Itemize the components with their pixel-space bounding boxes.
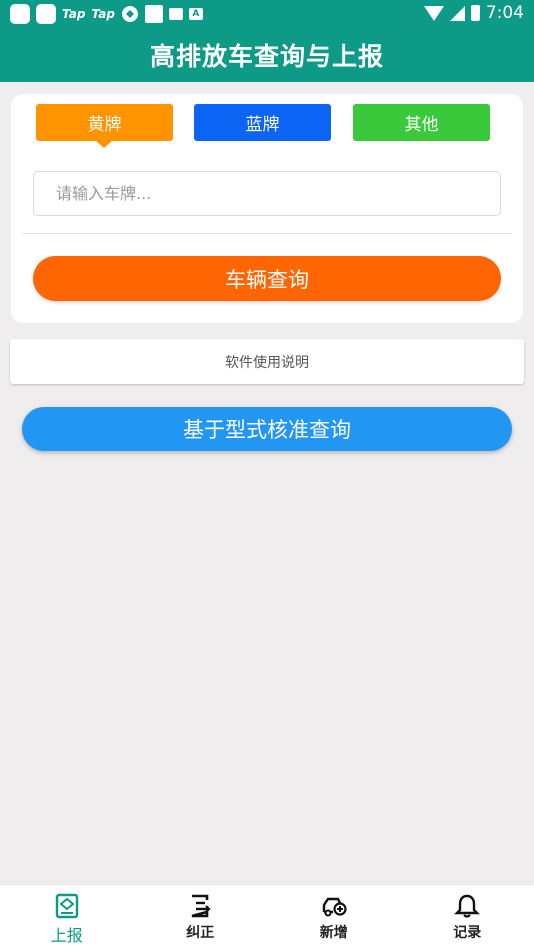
message-icon [168,8,183,20]
app-notification-icon [144,5,163,23]
app-notification-icon [10,4,30,24]
correct-icon [191,894,211,918]
system-tray: 7:04 [423,3,524,23]
report-icon [55,893,78,919]
battery-icon [470,5,480,21]
nav-label-records: 记录 [453,925,482,941]
nav-item-correct[interactable]: 纠正 [134,885,268,950]
add-vehicle-icon [322,897,347,917]
nav-label-add: 新增 [319,925,348,941]
page-title: 高排放车查询与上报 [149,42,384,71]
nav-item-add[interactable]: 新增 [267,885,401,950]
plate-type-blue[interactable]: 蓝牌 [194,104,331,141]
query-card: 黄牌 蓝牌 其他 车辆查询 [11,94,523,323]
nav-label-correct: 纠正 [186,925,215,941]
selected-indicator-arrow [95,140,113,148]
plate-type-yellow[interactable]: 黄牌 [36,104,173,141]
bottom-nav: 上报 纠正 新增 记录 [0,884,534,950]
taptap-icon: Tap [62,7,86,21]
nav-label-report: 上报 [50,926,83,945]
clock: 7:04 [485,3,524,23]
wifi-icon [423,5,444,21]
signal-icon [449,5,465,21]
bell-icon [454,894,481,918]
divider [22,233,512,234]
taptap-icon: Tap [91,7,115,21]
vehicle-query-button[interactable]: 车辆查询 [33,256,501,301]
nav-item-records[interactable]: 记录 [401,885,534,950]
plate-type-other[interactable]: 其他 [353,104,490,141]
notification-icons: Tap Tap A [10,4,203,24]
plate-number-input[interactable] [33,171,501,216]
app-notification-icon [36,4,56,24]
type-approval-query-button[interactable]: 基于型式核准查询 [22,407,512,451]
nav-item-report[interactable]: 上报 [0,885,134,950]
keyboard-icon: A [188,8,203,20]
status-bar: Tap Tap A 7:04 [0,0,534,28]
app-header: 高排放车查询与上报 [0,28,534,82]
instructions-link[interactable]: 软件使用说明 [10,339,524,384]
sync-icon [121,6,138,22]
